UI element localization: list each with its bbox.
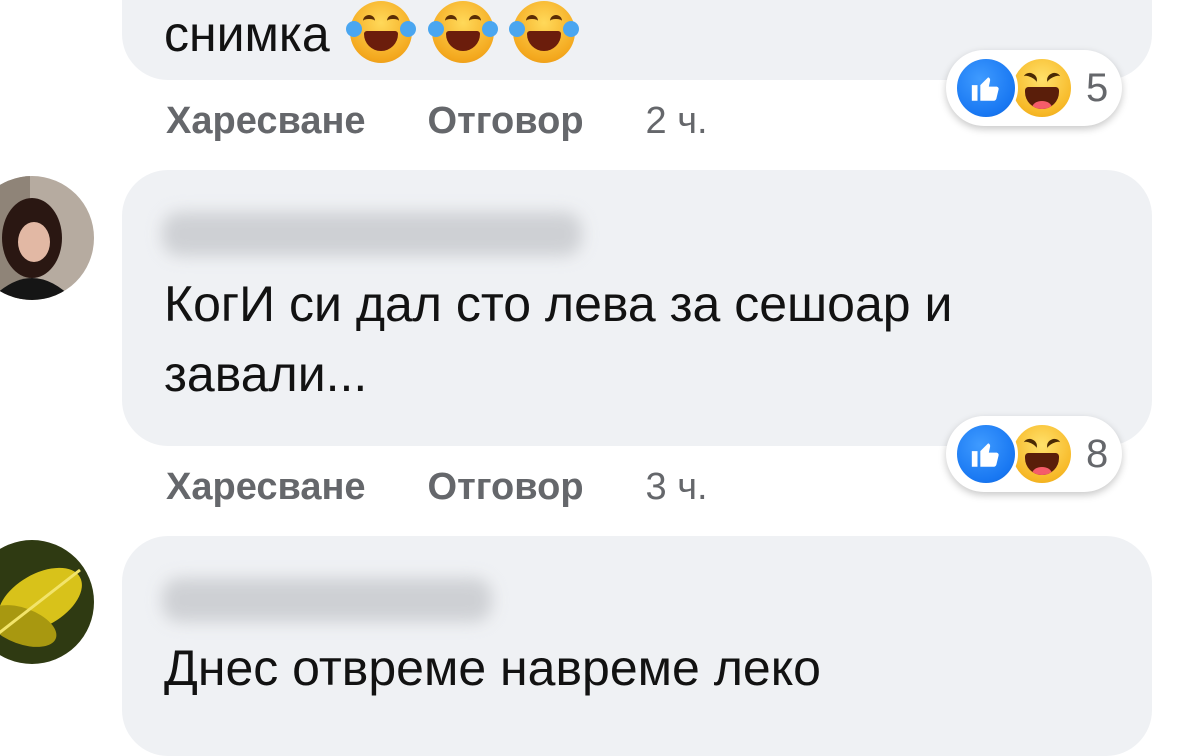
like-icon [954, 56, 1018, 120]
author-name[interactable] [162, 578, 492, 622]
reply-button[interactable]: Отговор [428, 466, 584, 509]
comment-actions: Харесване Отговор 3 ч. [166, 466, 708, 509]
comment-bubble: КогИ си дал сто лева за сешоар и завали.… [122, 170, 1152, 446]
comment-text: снимка [164, 6, 330, 62]
reaction-summary[interactable]: 8 [946, 416, 1123, 492]
tears-of-joy-emoji [509, 1, 580, 63]
reaction-count: 5 [1086, 65, 1109, 110]
comment-timestamp[interactable]: 2 ч. [646, 100, 708, 143]
haha-icon [1010, 56, 1074, 120]
haha-icon [1010, 422, 1074, 486]
like-button[interactable]: Харесване [166, 466, 366, 509]
reply-button[interactable]: Отговор [428, 100, 584, 143]
avatar[interactable] [0, 540, 94, 664]
reaction-count: 8 [1086, 431, 1109, 476]
avatar[interactable] [0, 176, 94, 300]
tears-of-joy-emoji [427, 1, 498, 63]
like-icon [954, 422, 1018, 486]
comment-text: Днес отвреме навреме леко [164, 640, 821, 696]
comment-text: КогИ си дал сто лева за сешоар и [164, 276, 953, 332]
comment-timestamp[interactable]: 3 ч. [646, 466, 708, 509]
comment-bubble: Днес отвреме навреме леко [122, 536, 1152, 756]
comment-text: завали... [164, 346, 368, 402]
reaction-summary[interactable]: 5 [946, 50, 1123, 126]
author-name[interactable] [162, 212, 582, 256]
comment-actions: Харесване Отговор 2 ч. [166, 100, 708, 143]
like-button[interactable]: Харесване [166, 100, 366, 143]
tears-of-joy-emoji [345, 1, 416, 63]
